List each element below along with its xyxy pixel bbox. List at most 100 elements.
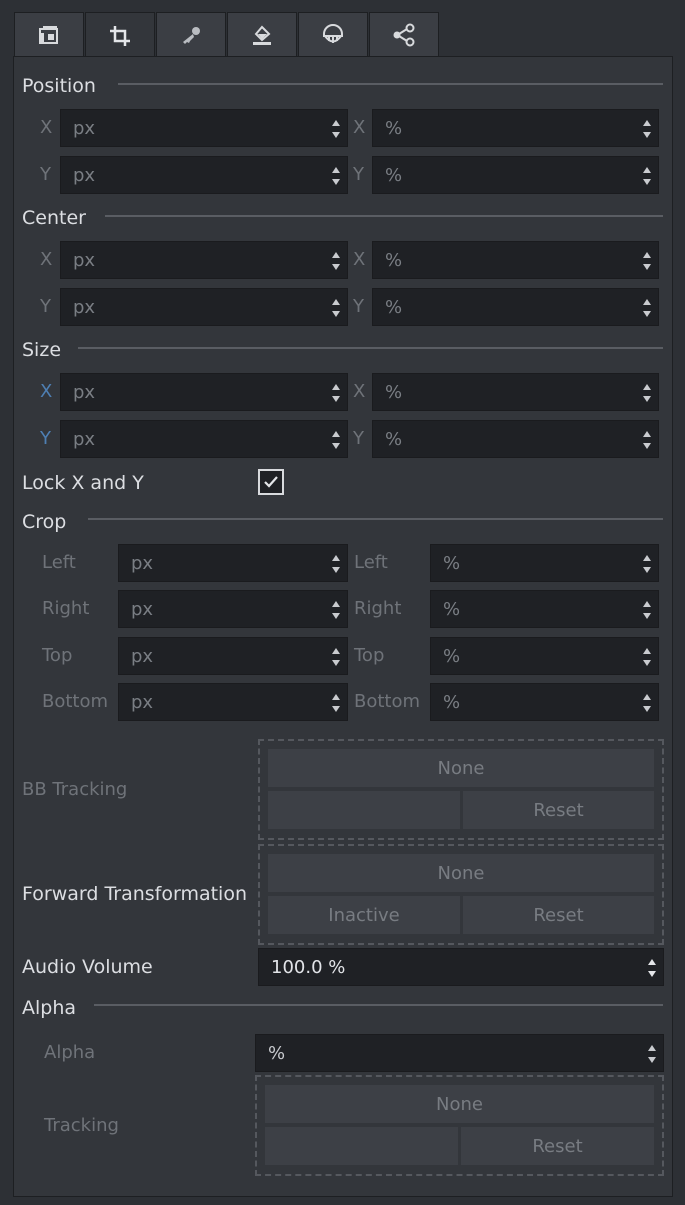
- spin-arrows-icon[interactable]: [331, 427, 341, 453]
- crop-top-px-field[interactable]: px: [118, 637, 348, 675]
- size-y-px-value: px: [73, 428, 96, 450]
- crop-top-pct-field[interactable]: %: [430, 637, 659, 675]
- crop-top-pct-value: %: [443, 645, 461, 667]
- bb-tracking-reset-button[interactable]: Reset: [463, 791, 654, 829]
- position-x-label: X: [40, 117, 53, 138]
- size-x-px-field[interactable]: px: [60, 373, 348, 411]
- alpha-field[interactable]: %: [255, 1034, 664, 1072]
- alpha-tracking-empty-button[interactable]: [265, 1127, 458, 1165]
- crop-right-pct-field[interactable]: %: [430, 590, 659, 628]
- size-y-pct-field[interactable]: %: [372, 420, 659, 458]
- crop-left-pct-label: Left: [354, 552, 388, 573]
- bb-tracking-label: BB Tracking: [22, 779, 128, 800]
- crop-bottom-px-field[interactable]: px: [118, 683, 348, 721]
- node-graph-icon: [393, 23, 415, 47]
- forward-reset-button[interactable]: Reset: [463, 896, 654, 934]
- forward-inactive-button[interactable]: Inactive: [268, 896, 460, 934]
- crop-right-pct-value: %: [443, 598, 461, 620]
- tab-fill[interactable]: [227, 12, 297, 57]
- position-y-label: Y: [40, 164, 51, 185]
- center-y-px-field[interactable]: px: [60, 288, 348, 326]
- spin-arrows-icon[interactable]: [647, 1041, 657, 1067]
- size-y-pct-value: %: [385, 428, 403, 450]
- tab-share[interactable]: [369, 12, 439, 57]
- audio-volume-field[interactable]: 100.0 %: [258, 948, 664, 986]
- crop-left-px-field[interactable]: px: [118, 544, 348, 582]
- audio-volume-value: 100.0 %: [271, 956, 346, 978]
- crop-left-px-value: px: [131, 552, 154, 574]
- crop-left-pct-field[interactable]: %: [430, 544, 659, 582]
- size-y-label: Y: [40, 428, 51, 449]
- alpha-tracking-reset-button[interactable]: Reset: [461, 1127, 654, 1165]
- spin-arrows-icon[interactable]: [642, 427, 652, 453]
- crop-bottom-pct-field[interactable]: %: [430, 683, 659, 721]
- spin-arrows-icon[interactable]: [331, 690, 341, 716]
- alpha-tracking-label: Tracking: [44, 1115, 119, 1136]
- spin-arrows-icon[interactable]: [331, 295, 341, 321]
- paint-bucket-icon: [253, 25, 271, 45]
- spin-arrows-icon[interactable]: [642, 551, 652, 577]
- center-y-pct-field[interactable]: %: [372, 288, 659, 326]
- mask-icon: [323, 24, 343, 43]
- bb-tracking-none-button[interactable]: None: [268, 749, 654, 787]
- center-x-label: X: [40, 249, 53, 270]
- crop-right-px-field[interactable]: px: [118, 590, 348, 628]
- spin-arrows-icon[interactable]: [642, 644, 652, 670]
- center-x-px-field[interactable]: px: [60, 241, 348, 279]
- spin-arrows-icon[interactable]: [642, 597, 652, 623]
- forward-transformation-label: Forward Transformation: [22, 883, 247, 905]
- spin-arrows-icon[interactable]: [642, 295, 652, 321]
- center-y-pct-value: %: [385, 296, 403, 318]
- crop-right-pct-label: Right: [354, 598, 402, 619]
- size-x-px-value: px: [73, 381, 96, 403]
- alpha-tracking-none-button[interactable]: None: [265, 1085, 654, 1123]
- crop-bottom-pct-label: Bottom: [354, 691, 421, 712]
- crop-top-pct-label: Top: [354, 645, 385, 666]
- crop-top-label: Top: [42, 645, 73, 666]
- alpha-label: Alpha: [44, 1042, 96, 1063]
- spin-arrows-icon[interactable]: [331, 551, 341, 577]
- center-x-pct-value: %: [385, 249, 403, 271]
- position-heading: Position: [22, 75, 96, 97]
- alpha-heading: Alpha: [22, 997, 77, 1019]
- size-x-pct-field[interactable]: %: [372, 373, 659, 411]
- lock-xy-checkbox[interactable]: [258, 469, 284, 495]
- checkmark-icon: [264, 476, 278, 488]
- spin-arrows-icon[interactable]: [642, 116, 652, 142]
- film-strip-icon: [39, 26, 58, 44]
- bb-tracking-empty-button[interactable]: [268, 791, 460, 829]
- size-x-label: X: [40, 381, 53, 402]
- size-x-pct-label: X: [353, 381, 366, 402]
- tab-media[interactable]: [14, 12, 84, 57]
- center-y-px-value: px: [73, 296, 96, 318]
- tab-key[interactable]: [156, 12, 226, 57]
- spin-arrows-icon[interactable]: [647, 955, 657, 981]
- audio-volume-label: Audio Volume: [22, 956, 153, 978]
- spin-arrows-icon[interactable]: [331, 248, 341, 274]
- spin-arrows-icon[interactable]: [642, 163, 652, 189]
- position-x-pct-field[interactable]: %: [372, 109, 659, 147]
- size-divider: [78, 347, 663, 349]
- crop-bottom-pct-value: %: [443, 691, 461, 713]
- center-x-pct-field[interactable]: %: [372, 241, 659, 279]
- forward-none-button[interactable]: None: [268, 854, 654, 892]
- lock-xy-label: Lock X and Y: [22, 472, 144, 494]
- size-x-pct-value: %: [385, 381, 403, 403]
- crop-left-label: Left: [42, 552, 76, 573]
- spin-arrows-icon[interactable]: [642, 380, 652, 406]
- spin-arrows-icon[interactable]: [331, 644, 341, 670]
- center-x-pct-label: X: [353, 249, 366, 270]
- position-y-pct-field[interactable]: %: [372, 156, 659, 194]
- tab-mask[interactable]: [298, 12, 368, 57]
- tab-transform[interactable]: [85, 12, 155, 58]
- size-y-px-field[interactable]: px: [60, 420, 348, 458]
- spin-arrows-icon[interactable]: [642, 690, 652, 716]
- spin-arrows-icon[interactable]: [331, 116, 341, 142]
- spin-arrows-icon[interactable]: [331, 380, 341, 406]
- spin-arrows-icon[interactable]: [331, 163, 341, 189]
- position-divider: [118, 83, 663, 85]
- position-x-px-field[interactable]: px: [60, 109, 348, 147]
- spin-arrows-icon[interactable]: [642, 248, 652, 274]
- position-y-px-field[interactable]: px: [60, 156, 348, 194]
- spin-arrows-icon[interactable]: [331, 597, 341, 623]
